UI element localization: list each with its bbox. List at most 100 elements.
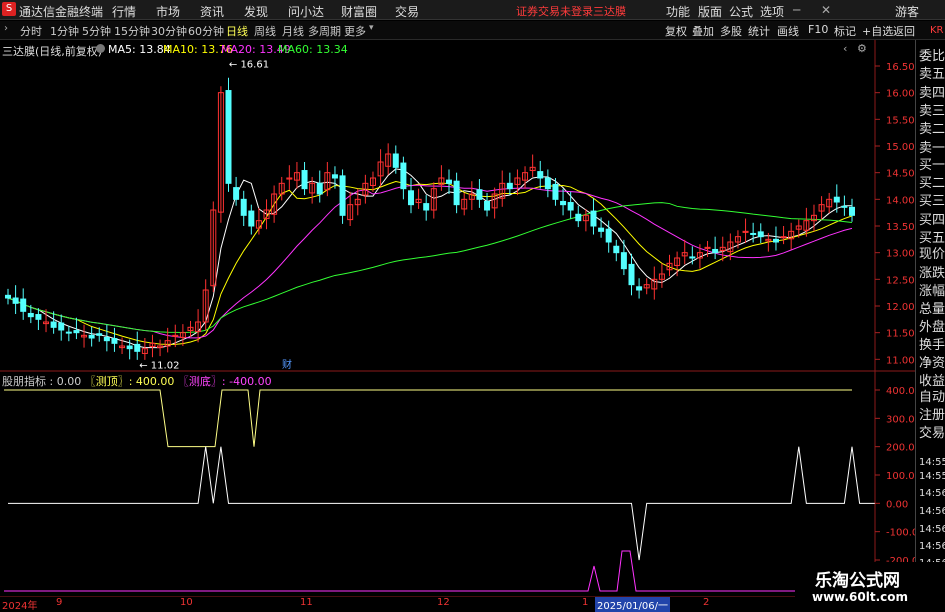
candle xyxy=(491,187,498,219)
period-weekly[interactable]: 周线 xyxy=(254,23,276,39)
menu-formula[interactable]: 公式 xyxy=(729,3,753,20)
candle xyxy=(544,169,551,198)
candle xyxy=(788,222,795,250)
candle xyxy=(316,170,323,203)
login-notice[interactable]: 证券交易未登录 xyxy=(516,3,593,19)
candle xyxy=(537,160,544,189)
watermark-url: www.60lt.com xyxy=(812,590,909,604)
draw-line-button[interactable]: 画线 xyxy=(777,23,799,39)
menu-wealth[interactable]: 财富圈 xyxy=(341,3,377,20)
quote-field: 14:56 xyxy=(919,524,945,535)
candle xyxy=(666,254,673,277)
candle xyxy=(202,279,209,331)
candle xyxy=(590,198,597,235)
quote-field: 卖二 xyxy=(919,122,945,137)
candle xyxy=(582,208,589,232)
candle xyxy=(567,191,574,219)
candle xyxy=(674,251,681,277)
menu-ask[interactable]: 问小达 xyxy=(288,3,324,20)
kline-chart[interactable]: 16.50 16.00 15.50 15.00 14.50 14.00 13.50 13.00… xyxy=(0,40,915,597)
period-intraday[interactable]: 分时 xyxy=(20,23,42,39)
indicator-axis-label: -100.00 xyxy=(886,528,915,539)
expand-icon[interactable]: › xyxy=(4,23,8,34)
candle xyxy=(301,162,308,196)
settings-icon[interactable] xyxy=(96,44,105,53)
indicator-value: : 0.00 xyxy=(49,375,82,388)
candle xyxy=(636,278,643,299)
quote-field: 买三 xyxy=(919,194,945,209)
indicator-bottom-label: 〖测底〗: -400.00 xyxy=(177,375,272,388)
candle xyxy=(628,253,635,296)
stats-button[interactable]: 统计 xyxy=(748,23,770,39)
quote-field: 卖三 xyxy=(919,104,945,119)
menu-news[interactable]: 资讯 xyxy=(200,3,224,20)
candle xyxy=(453,172,460,214)
quote-field: 买四 xyxy=(919,213,945,228)
period-more[interactable]: 更多 xyxy=(344,23,366,39)
add-favorite-button[interactable]: +自选 xyxy=(862,23,893,39)
chevron-down-icon[interactable]: ▾ xyxy=(369,23,374,33)
menu-options[interactable]: 选项 xyxy=(760,3,784,20)
period-multi[interactable]: 多周期 xyxy=(308,23,341,39)
candle xyxy=(476,179,483,208)
candle xyxy=(149,334,156,358)
chart-settings-icon[interactable]: ⚙ xyxy=(857,42,867,55)
candle xyxy=(400,156,407,200)
period-5min[interactable]: 5分钟 xyxy=(82,23,111,39)
price-axis-label: 11.50 xyxy=(886,329,915,340)
quote-field: 买一 xyxy=(919,158,945,173)
period-15min[interactable]: 15分钟 xyxy=(114,23,150,39)
close-icon[interactable]: ✕ xyxy=(821,3,831,17)
price-axis-label: 14.50 xyxy=(886,169,915,180)
quote-field: 换手 xyxy=(919,338,945,353)
candle xyxy=(833,184,840,213)
period-30min[interactable]: 30分钟 xyxy=(151,23,187,39)
user-guest[interactable]: 游客 xyxy=(895,3,919,20)
period-1min[interactable]: 1分钟 xyxy=(50,23,79,39)
menu-trade[interactable]: 交易 xyxy=(395,3,419,20)
ma5-line xyxy=(7,168,852,349)
period-monthly[interactable]: 月线 xyxy=(282,23,304,39)
candle xyxy=(461,192,468,216)
finance-marker: 财 xyxy=(282,358,292,371)
bottom-signal-line xyxy=(4,550,852,592)
candle xyxy=(742,218,749,244)
menu-layout[interactable]: 版面 xyxy=(698,3,722,20)
chart-collapse-icon[interactable]: ‹ xyxy=(843,42,847,55)
quote-field[interactable]: 注册 xyxy=(919,404,945,423)
candle xyxy=(849,198,855,222)
mark-button[interactable]: 标记 xyxy=(834,23,856,39)
candle xyxy=(157,339,164,357)
candle xyxy=(65,325,72,342)
quote-field[interactable]: 交易 xyxy=(919,422,945,441)
back-button[interactable]: 返回 xyxy=(893,23,915,39)
menu-market[interactable]: 市场 xyxy=(156,3,180,20)
ma20-line xyxy=(7,184,853,339)
quote-field: 卖五 xyxy=(919,67,945,82)
minimize-icon[interactable]: ─ xyxy=(793,3,800,17)
price-axis-label: 11.00 xyxy=(886,355,915,366)
app-logo-icon: S xyxy=(2,2,16,16)
quote-field[interactable]: 自动 xyxy=(919,386,945,405)
overlay-button[interactable]: 叠加 xyxy=(692,23,714,39)
candle xyxy=(179,324,186,346)
period-daily[interactable]: 日线 xyxy=(226,23,248,39)
app-title: 通达信金融终端 xyxy=(19,5,104,19)
candle xyxy=(506,172,513,196)
date-label: 10 xyxy=(180,597,193,608)
candle xyxy=(430,182,437,219)
candle xyxy=(164,327,171,353)
candle xyxy=(415,188,422,209)
multi-stock-button[interactable]: 多股 xyxy=(720,23,742,39)
f10-button[interactable]: F10 xyxy=(808,23,828,36)
date-label: 12 xyxy=(437,597,450,608)
candle xyxy=(111,327,118,352)
menu-quotes[interactable]: 行情 xyxy=(112,3,136,20)
period-60min[interactable]: 60分钟 xyxy=(188,23,224,39)
candle xyxy=(81,324,88,348)
menu-discover[interactable]: 发现 xyxy=(244,3,268,20)
adjust-button[interactable]: 复权 xyxy=(665,23,687,39)
menu-function[interactable]: 功能 xyxy=(666,3,690,20)
indicator-axis-label: 300.00 xyxy=(886,414,915,425)
quote-field: 涨幅 xyxy=(919,284,945,299)
